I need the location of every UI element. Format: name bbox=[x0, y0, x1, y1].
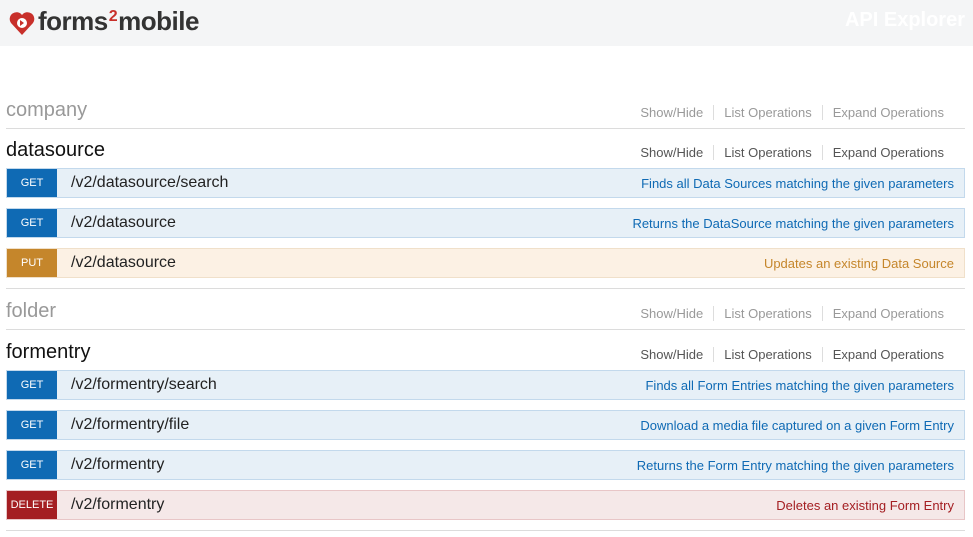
expand-operations-link[interactable]: Expand Operations bbox=[821, 105, 954, 120]
show-hide-link[interactable]: Show/Hide bbox=[640, 347, 713, 362]
resource-actions: Show/Hide List Operations Expand Operati… bbox=[640, 145, 954, 160]
operation-summary[interactable]: Updates an existing Data Source bbox=[764, 256, 954, 271]
operation-path[interactable]: /v2/formentry bbox=[71, 456, 637, 474]
section-divider bbox=[6, 530, 965, 531]
expand-operations-link[interactable]: Expand Operations bbox=[821, 145, 954, 160]
forms2mobile-logo-icon bbox=[9, 12, 35, 35]
list-operations-link[interactable]: List Operations bbox=[713, 105, 821, 120]
resource-name[interactable]: formentry bbox=[6, 340, 90, 364]
operation-summary[interactable]: Deletes an existing Form Entry bbox=[776, 498, 954, 513]
method-badge-get[interactable]: GET bbox=[7, 209, 57, 237]
expand-operations-link[interactable]: Expand Operations bbox=[821, 347, 954, 362]
operation-summary[interactable]: Download a media file captured on a give… bbox=[640, 418, 954, 433]
operation-path[interactable]: /v2/formentry bbox=[71, 496, 776, 514]
operation-row[interactable]: GET /v2/formentry/file Download a media … bbox=[6, 410, 965, 440]
forms2mobile-logo[interactable]: forms2mobile bbox=[8, 6, 199, 40]
resource-folder: folder Show/Hide List Operations Expand … bbox=[6, 289, 965, 330]
operation-summary[interactable]: Finds all Form Entries matching the give… bbox=[645, 378, 954, 393]
method-badge-get[interactable]: GET bbox=[7, 451, 57, 479]
operation-row[interactable]: PUT /v2/datasource Updates an existing D… bbox=[6, 248, 965, 278]
method-badge-get[interactable]: GET bbox=[7, 411, 57, 439]
operation-path[interactable]: /v2/datasource bbox=[71, 214, 632, 232]
resource-company: company Show/Hide List Operations Expand… bbox=[6, 88, 965, 129]
method-badge-delete[interactable]: DELETE bbox=[7, 491, 57, 519]
resource-formentry: formentry Show/Hide List Operations Expa… bbox=[6, 330, 965, 370]
resource-datasource: datasource Show/Hide List Operations Exp… bbox=[6, 128, 965, 168]
resource-name[interactable]: datasource bbox=[6, 138, 105, 162]
operation-path[interactable]: /v2/formentry/search bbox=[71, 376, 645, 394]
show-hide-link[interactable]: Show/Hide bbox=[640, 105, 713, 120]
operation-summary[interactable]: Returns the Form Entry matching the give… bbox=[637, 458, 954, 473]
operation-row[interactable]: GET /v2/datasource/search Finds all Data… bbox=[6, 168, 965, 198]
resource-name[interactable]: folder bbox=[6, 299, 56, 323]
operation-summary[interactable]: Finds all Data Sources matching the give… bbox=[641, 176, 954, 191]
logo-text: forms2mobile bbox=[38, 5, 199, 36]
method-badge-get[interactable]: GET bbox=[7, 371, 57, 399]
operation-row[interactable]: GET /v2/formentry/search Finds all Form … bbox=[6, 370, 965, 400]
show-hide-link[interactable]: Show/Hide bbox=[640, 306, 713, 321]
method-badge-get[interactable]: GET bbox=[7, 169, 57, 197]
resource-actions: Show/Hide List Operations Expand Operati… bbox=[640, 105, 954, 120]
resource-name[interactable]: company bbox=[6, 98, 87, 122]
resource-actions: Show/Hide List Operations Expand Operati… bbox=[640, 347, 954, 362]
operation-row[interactable]: GET /v2/datasource Returns the DataSourc… bbox=[6, 208, 965, 238]
operation-path[interactable]: /v2/formentry/file bbox=[71, 416, 640, 434]
method-badge-put[interactable]: PUT bbox=[7, 249, 57, 277]
operation-row[interactable]: GET /v2/formentry Returns the Form Entry… bbox=[6, 450, 965, 480]
operation-path[interactable]: /v2/datasource/search bbox=[71, 174, 641, 192]
show-hide-link[interactable]: Show/Hide bbox=[640, 145, 713, 160]
operation-summary[interactable]: Returns the DataSource matching the give… bbox=[632, 216, 954, 231]
operation-path[interactable]: /v2/datasource bbox=[71, 254, 764, 272]
list-operations-link[interactable]: List Operations bbox=[713, 306, 821, 321]
list-operations-link[interactable]: List Operations bbox=[713, 145, 821, 160]
top-header: forms2mobile API Explorer bbox=[0, 0, 973, 46]
expand-operations-link[interactable]: Expand Operations bbox=[821, 306, 954, 321]
list-operations-link[interactable]: List Operations bbox=[713, 347, 821, 362]
resource-actions: Show/Hide List Operations Expand Operati… bbox=[640, 306, 954, 321]
api-explorer-title: API Explorer bbox=[844, 9, 965, 31]
operation-row[interactable]: DELETE /v2/formentry Deletes an existing… bbox=[6, 490, 965, 520]
